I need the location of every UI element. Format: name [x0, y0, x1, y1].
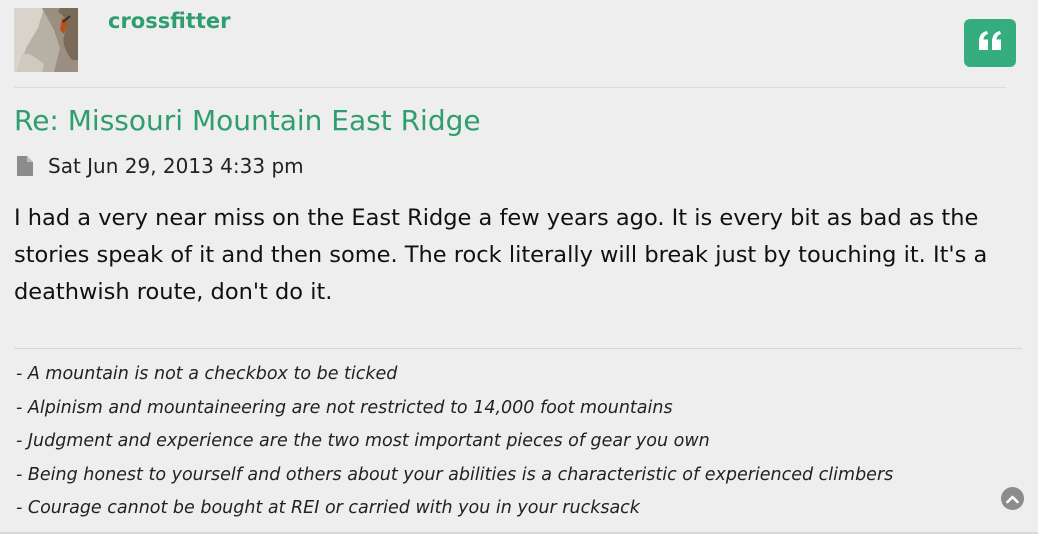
signature-line: - Courage cannot be bought at REI or car…	[16, 498, 640, 518]
signature: - A mountain is not a checkbox to be tic…	[16, 358, 893, 526]
signature-line: - Being honest to yourself and others ab…	[16, 464, 894, 485]
header-divider	[14, 87, 1006, 88]
signature-line: - Judgment and experience are the two mo…	[16, 431, 710, 451]
back-to-top-button[interactable]	[1001, 487, 1024, 510]
post-title[interactable]: Re: Missouri Mountain East Ridge	[14, 104, 481, 137]
signature-line: - Alpinism and mountaineering are not re…	[16, 397, 673, 418]
avatar[interactable]	[14, 8, 78, 72]
post-date: Sat Jun 29, 2013 4:33 pm	[48, 154, 304, 178]
chevron-up-circle-icon	[1006, 489, 1019, 508]
signature-divider	[14, 348, 1022, 349]
post-author-link[interactable]: crossfitter	[108, 9, 230, 33]
post-meta: Sat Jun 29, 2013 4:33 pm	[16, 154, 304, 178]
post-body: I had a very near miss on the East Ridge…	[14, 205, 988, 305]
quote-icon	[977, 30, 1003, 56]
signature-line: - A mountain is not a checkbox to be tic…	[16, 364, 398, 384]
quote-button[interactable]	[964, 19, 1016, 67]
forum-post: crossfitter Re: Missouri Mountain East R…	[0, 0, 1038, 534]
document-icon[interactable]	[16, 155, 34, 177]
